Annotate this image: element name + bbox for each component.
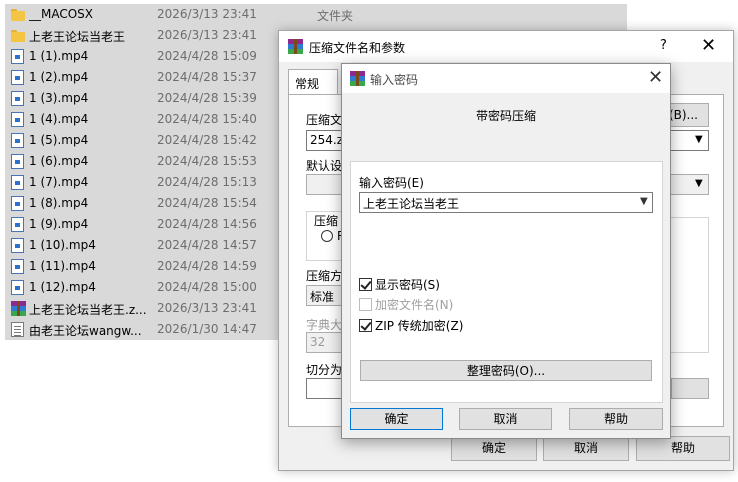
dictionary-select[interactable]: 32 <box>306 332 346 353</box>
text-file-icon <box>11 322 24 337</box>
video-file-icon <box>11 280 24 295</box>
archive-name-label: 压缩文 <box>306 113 343 127</box>
archive-cancel-button[interactable]: 取消 <box>543 436 629 461</box>
password-help-button[interactable]: 帮助 <box>569 408 663 430</box>
file-date: 2024/4/28 15:54 <box>157 196 257 210</box>
video-file-icon <box>11 91 24 106</box>
video-file-icon <box>11 238 24 253</box>
method-select[interactable]: 标准 <box>306 285 346 306</box>
file-type: 文件夹 <box>317 9 354 23</box>
file-name: 1 (1).mp4 <box>29 49 89 63</box>
file-name: 1 (2).mp4 <box>29 70 89 84</box>
file-name: 1 (4).mp4 <box>29 112 89 126</box>
checkbox-icon[interactable] <box>359 297 372 311</box>
password-ok-button[interactable]: 确定 <box>350 408 443 430</box>
chevron-down-icon: ▼ <box>695 134 703 145</box>
file-date: 2024/4/28 14:59 <box>157 259 257 273</box>
format-radio[interactable] <box>321 230 333 242</box>
file-name: 由老王论坛wangw... <box>29 324 142 338</box>
organize-passwords-button[interactable]: 整理密码(O)... <box>360 360 652 381</box>
archive-dialog-titlebar[interactable]: 压缩文件名和参数 ? ✕ <box>279 31 733 62</box>
file-date: 2024/4/28 15:40 <box>157 112 257 126</box>
file-name: 1 (6).mp4 <box>29 154 89 168</box>
zip-legacy-encryption-label: ZIP 传统加密(Z) <box>375 318 464 333</box>
password-label: 输入密码(E) <box>359 176 424 190</box>
method-label: 压缩方 <box>306 269 343 283</box>
video-file-icon <box>11 175 24 190</box>
video-file-icon <box>11 196 24 211</box>
file-name: 1 (11).mp4 <box>29 259 96 273</box>
password-value: 上老王论坛当老王 <box>363 197 460 211</box>
file-name: __MACOSX <box>29 7 94 21</box>
folder-icon <box>11 9 25 21</box>
file-name: 1 (9).mp4 <box>29 217 89 231</box>
winrar-logo-icon <box>350 71 365 86</box>
file-name: 1 (10).mp4 <box>29 238 96 252</box>
archive-ok-button[interactable]: 确定 <box>451 436 537 461</box>
file-name: 上老王论坛当老王 <box>29 30 126 44</box>
file-name: 1 (7).mp4 <box>29 175 89 189</box>
file-date: 2024/4/28 15:13 <box>157 175 257 189</box>
archive-help-button[interactable]: 帮助 <box>636 436 730 461</box>
split-label: 切分为 <box>306 363 343 377</box>
tab-general[interactable]: 常规 <box>288 69 338 95</box>
close-icon[interactable]: ✕ <box>648 67 663 88</box>
help-icon[interactable]: ? <box>660 38 667 53</box>
file-name: 1 (3).mp4 <box>29 91 89 105</box>
checkbox-icon[interactable] <box>359 277 372 291</box>
enter-password-dialog: 输入密码 ✕ 带密码压缩 输入密码(E) 上老王论坛当老王 ▼ 显示密码(S) … <box>341 63 671 439</box>
zip-legacy-encryption-checkbox[interactable]: ZIP 传统加密(Z) <box>359 317 463 333</box>
method-value: 标准 <box>310 290 335 304</box>
video-file-icon <box>11 154 24 169</box>
video-file-icon <box>11 49 24 64</box>
file-name: 1 (5).mp4 <box>29 133 89 147</box>
video-file-icon <box>11 133 24 148</box>
password-cancel-button[interactable]: 取消 <box>459 408 552 430</box>
file-date: 2024/4/28 15:53 <box>157 154 257 168</box>
dictionary-label: 字典大 <box>306 318 343 332</box>
video-file-icon <box>11 217 24 232</box>
password-input[interactable]: 上老王论坛当老王 ▼ <box>359 192 653 213</box>
chevron-down-icon: ▼ <box>695 178 703 189</box>
file-date: 2026/3/13 23:41 <box>157 7 257 21</box>
file-date: 2026/1/30 14:47 <box>157 322 257 336</box>
file-date: 2024/4/28 14:57 <box>157 238 257 252</box>
file-date: 2026/3/13 23:41 <box>157 28 257 42</box>
file-name: 上老王论坛当老王.z... <box>29 303 147 317</box>
video-file-icon <box>11 259 24 274</box>
password-dialog-titlebar[interactable]: 输入密码 ✕ <box>342 64 670 93</box>
archive-dialog-title: 压缩文件名和参数 <box>309 41 406 55</box>
split-button[interactable] <box>671 378 709 399</box>
close-icon[interactable]: ✕ <box>701 35 716 56</box>
file-date: 2024/4/28 15:00 <box>157 280 257 294</box>
file-date: 2024/4/28 15:39 <box>157 91 257 105</box>
file-date: 2024/4/28 15:42 <box>157 133 257 147</box>
winrar-logo-icon <box>288 39 303 54</box>
encrypt-filenames-checkbox[interactable]: 加密文件名(N) <box>359 296 453 312</box>
file-date: 2024/4/28 14:56 <box>157 217 257 231</box>
chevron-down-icon[interactable]: ▼ <box>640 196 648 207</box>
winrar-archive-icon <box>11 301 26 316</box>
show-password-checkbox[interactable]: 显示密码(S) <box>359 276 440 292</box>
file-date: 2024/4/28 15:37 <box>157 70 257 84</box>
show-password-label: 显示密码(S) <box>375 277 440 292</box>
encrypt-filenames-label: 加密文件名(N) <box>375 297 454 312</box>
default-profile-label: 默认设 <box>306 159 343 173</box>
file-date: 2024/4/28 15:09 <box>157 49 257 63</box>
video-file-icon <box>11 70 24 85</box>
file-name: 1 (12).mp4 <box>29 280 96 294</box>
file-name: 1 (8).mp4 <box>29 196 89 210</box>
dictionary-value: 32 <box>310 335 326 349</box>
file-row[interactable]: __MACOSX 2026/3/13 23:41 文件夹 <box>5 4 627 25</box>
video-file-icon <box>11 112 24 127</box>
checkbox-icon[interactable] <box>359 318 372 332</box>
password-dialog-title: 输入密码 <box>370 73 419 87</box>
password-heading: 带密码压缩 <box>475 109 536 123</box>
format-group-label: 压缩 <box>314 214 339 228</box>
file-date: 2026/3/13 23:41 <box>157 301 257 315</box>
split-input[interactable] <box>306 378 346 399</box>
folder-icon <box>11 30 25 42</box>
